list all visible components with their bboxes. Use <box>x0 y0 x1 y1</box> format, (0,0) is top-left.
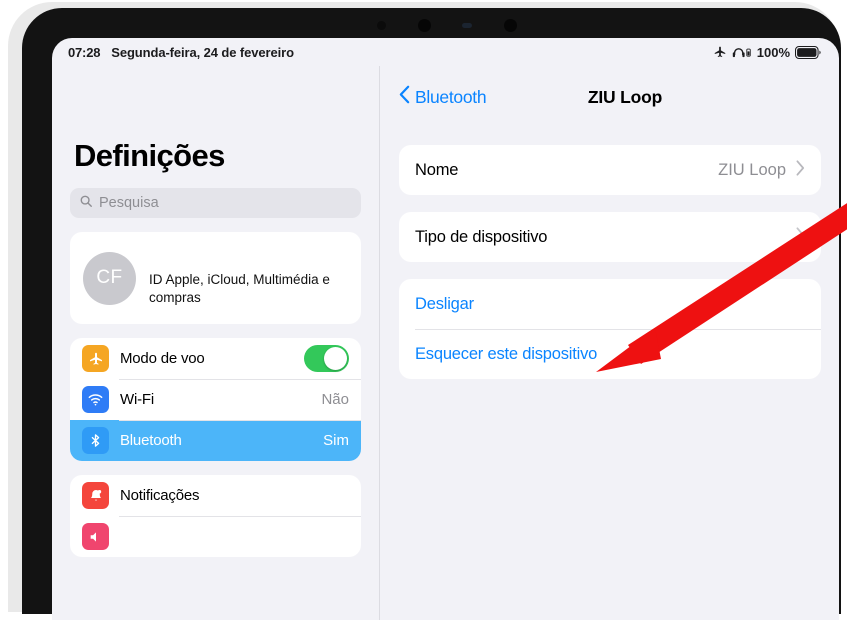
wifi-icon <box>82 386 109 413</box>
sidebar-item-bluetooth[interactable]: Bluetooth Sim <box>70 420 361 461</box>
device-type-group: Tipo de dispositivo <box>399 212 821 262</box>
page-title: Definições <box>74 138 225 173</box>
sidebar-item-partial[interactable] <box>70 516 361 557</box>
sidebar-item-label: Modo de voo <box>120 350 205 367</box>
apple-id-description: ID Apple, iCloud, Multimédia e compras <box>149 271 330 305</box>
detail-title: ZIU Loop <box>587 86 663 107</box>
airplane-mode-toggle[interactable] <box>304 345 349 372</box>
sidebar-group-notifications: Notificações <box>70 475 361 557</box>
camera-sensor-cluster <box>377 17 517 33</box>
battery-percent-label: 100% <box>756 44 790 60</box>
apple-id-profile-card[interactable]: CF ID Apple, iCloud, Multimédia e compra… <box>70 232 361 324</box>
wifi-status-value: Não <box>321 391 349 408</box>
sidebar-item-airplane-mode[interactable]: Modo de voo <box>70 338 361 379</box>
device-actions-group: Desligar Esquecer este dispositivo <box>399 279 821 379</box>
battery-full-icon <box>795 45 821 59</box>
avatar: CF <box>83 251 136 305</box>
front-camera-icon <box>417 18 431 32</box>
forget-device-button[interactable]: Esquecer este dispositivo <box>399 329 821 379</box>
status-date: Segunda-feira, 24 de fevereiro <box>111 44 294 60</box>
device-name-value: ZIU Loop <box>718 160 786 179</box>
device-type-label: Tipo de dispositivo <box>415 227 548 246</box>
sound-icon <box>82 523 109 550</box>
device-bezel: 07:28 Segunda-feira, 24 de fevereiro 100… <box>22 8 841 620</box>
disconnect-label: Desligar <box>415 294 474 313</box>
search-input[interactable]: Pesquisa <box>70 188 361 218</box>
tablet-screen: 07:28 Segunda-feira, 24 de fevereiro 100… <box>52 38 839 620</box>
sidebar-item-notifications[interactable]: Notificações <box>70 475 361 516</box>
sidebar-item-label: Notificações <box>120 487 200 504</box>
bell-icon <box>82 482 109 509</box>
detail-navigation-bar: Bluetooth ZIU Loop <box>381 66 839 128</box>
search-icon <box>79 194 93 213</box>
status-time: 07:28 <box>68 44 101 60</box>
status-indicators: 100% <box>713 45 821 60</box>
airplane-icon <box>713 45 727 59</box>
sidebar-group-connectivity: Modo de voo Wi-Fi Não Bluetooth Sim <box>70 338 361 461</box>
airplane-icon <box>82 345 109 372</box>
device-frame: 07:28 Segunda-feira, 24 de fevereiro 100… <box>8 2 841 620</box>
search-placeholder: Pesquisa <box>99 195 159 211</box>
toggle-knob <box>324 347 347 370</box>
sidebar-item-label: Wi-Fi <box>120 391 154 408</box>
bluetooth-icon <box>82 427 109 454</box>
device-name-group: Nome ZIU Loop <box>399 145 821 195</box>
sidebar-item-wifi[interactable]: Wi-Fi Não <box>70 379 361 420</box>
settings-sidebar: Definições Pesquisa CF ID Apple, iCloud,… <box>52 66 380 620</box>
headphones-battery-icon <box>732 45 752 59</box>
device-name-row[interactable]: Nome ZIU Loop <box>399 145 821 195</box>
sidebar-item-label: Bluetooth <box>120 432 182 449</box>
device-name-label: Nome <box>415 160 459 179</box>
chevron-right-icon <box>796 159 805 181</box>
bluetooth-device-detail-pane: Bluetooth ZIU Loop Nome ZIU Loop Tipo de… <box>381 66 839 620</box>
bluetooth-status-value: Sim <box>323 432 349 449</box>
ambient-sensor-icon <box>377 20 386 30</box>
status-bar: 07:28 Segunda-feira, 24 de fevereiro 100… <box>52 38 839 66</box>
forget-device-label: Esquecer este dispositivo <box>415 344 598 363</box>
chevron-right-icon <box>796 226 805 248</box>
device-type-row[interactable]: Tipo de dispositivo <box>399 212 821 262</box>
proximity-sensor-icon <box>462 22 473 28</box>
disconnect-button[interactable]: Desligar <box>399 279 821 329</box>
face-id-sensor-icon <box>503 18 517 32</box>
